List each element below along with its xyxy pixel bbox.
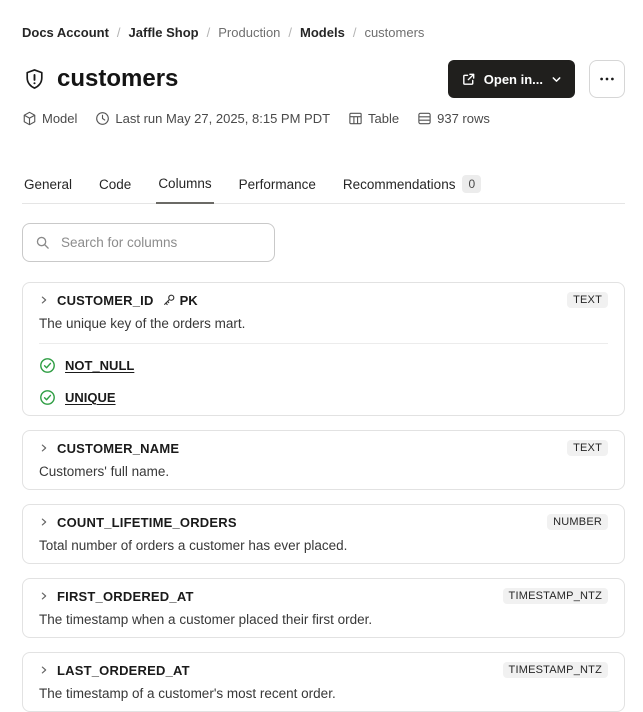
meta-row: Model Last run May 27, 2025, 8:15 PM PDT…: [22, 111, 625, 126]
tab-columns[interactable]: Columns: [156, 175, 214, 204]
column-card: CUSTOMER_NAME TEXT Customers' full name.: [22, 430, 625, 490]
column-card-header[interactable]: CUSTOMER_NAME TEXT: [39, 439, 608, 457]
breadcrumb-separator: /: [116, 25, 121, 40]
search-input[interactable]: [59, 234, 262, 251]
breadcrumb-item-3[interactable]: Models: [300, 25, 345, 40]
columns-list: CUSTOMER_ID PK TEXT The unique key of th…: [22, 282, 625, 712]
column-name: CUSTOMER_ID: [57, 292, 154, 308]
column-card-header[interactable]: COUNT_LIFETIME_ORDERS NUMBER: [39, 513, 608, 531]
column-description: Total number of orders a customer has ev…: [39, 538, 348, 553]
breadcrumb-item-2[interactable]: Production: [218, 25, 280, 40]
open-in-label: Open in...: [483, 71, 543, 87]
chevron-down-icon: [551, 74, 562, 85]
table-icon: [348, 111, 363, 126]
column-type-badge: NUMBER: [547, 514, 608, 530]
tab-performance[interactable]: Performance: [237, 175, 318, 203]
tab-general[interactable]: General: [22, 175, 74, 203]
column-type-badge: TIMESTAMP_NTZ: [502, 588, 608, 604]
pk-label: PK: [179, 292, 198, 308]
column-card: FIRST_ORDERED_AT TIMESTAMP_NTZ The times…: [22, 578, 625, 638]
breadcrumb-item-0[interactable]: Docs Account: [22, 25, 109, 40]
column-name: COUNT_LIFETIME_ORDERS: [57, 514, 237, 530]
meta-item: 937 rows: [417, 111, 490, 126]
meta-label: Table: [368, 111, 400, 126]
column-type-badge: TEXT: [567, 440, 608, 456]
constraints-section: NOT_NULL UNIQUE: [39, 343, 608, 406]
meta-item: Table: [348, 111, 399, 126]
shield-alert-icon: [22, 67, 47, 92]
breadcrumb-item-1[interactable]: Jaffle Shop: [129, 25, 199, 40]
column-description: Customers' full name.: [39, 464, 170, 479]
meta-label: Last run May 27, 2025, 8:15 PM PDT: [115, 111, 331, 126]
column-type-badge: TEXT: [567, 292, 608, 308]
page-header: customers Open in...: [22, 60, 625, 98]
chevron-right-icon[interactable]: [39, 517, 49, 527]
chevron-right-icon[interactable]: [39, 295, 49, 305]
breadcrumb: Docs Account / Jaffle Shop / Production / Mode…: [22, 25, 625, 40]
meta-item: Last run May 27, 2025, 8:15 PM PDT: [95, 111, 330, 126]
external-link-icon: [461, 72, 476, 87]
tab-recommendations[interactable]: Recommendations 0: [341, 175, 483, 203]
column-card: LAST_ORDERED_AT TIMESTAMP_NTZ The timest…: [22, 652, 625, 712]
key-icon: [162, 293, 176, 307]
chevron-right-icon[interactable]: [39, 591, 49, 601]
column-name: FIRST_ORDERED_AT: [57, 588, 194, 604]
constraint-item: UNIQUE: [39, 389, 608, 406]
title-wrap: customers: [22, 65, 178, 93]
check-circle-icon: [39, 389, 56, 406]
meta-item: Model: [22, 111, 77, 126]
constraint-label[interactable]: UNIQUE: [65, 390, 116, 405]
open-in-button[interactable]: Open in...: [447, 60, 575, 98]
column-card-header[interactable]: CUSTOMER_ID PK TEXT: [39, 291, 608, 309]
column-name: LAST_ORDERED_AT: [57, 662, 190, 678]
column-card-header[interactable]: LAST_ORDERED_AT TIMESTAMP_NTZ: [39, 661, 608, 679]
rows-icon: [417, 111, 432, 126]
page-title: customers: [57, 65, 179, 92]
column-description: The unique key of the orders mart.: [39, 316, 246, 331]
ellipsis-icon: [598, 70, 616, 88]
column-name: CUSTOMER_NAME: [57, 440, 180, 456]
column-card-header[interactable]: FIRST_ORDERED_AT TIMESTAMP_NTZ: [39, 587, 608, 605]
chevron-right-icon[interactable]: [39, 665, 49, 675]
breadcrumb-separator: /: [288, 25, 293, 40]
column-card: COUNT_LIFETIME_ORDERS NUMBER Total numbe…: [22, 504, 625, 564]
meta-label: 937 rows: [437, 111, 490, 126]
cube-icon: [22, 111, 37, 126]
more-options-button[interactable]: [589, 60, 625, 98]
primary-key-indicator: PK: [162, 293, 198, 308]
tab-bar: General Code Columns Performance Recomme…: [22, 175, 625, 204]
header-actions: Open in...: [447, 60, 625, 98]
check-circle-icon: [39, 357, 56, 374]
column-card: CUSTOMER_ID PK TEXT The unique key of th…: [22, 282, 625, 416]
meta-label: Model: [42, 111, 78, 126]
column-description: The timestamp of a customer's most recen…: [39, 686, 336, 701]
breadcrumb-separator: /: [206, 25, 211, 40]
clock-icon: [95, 111, 110, 126]
column-description: The timestamp when a customer placed the…: [39, 612, 373, 627]
search-box[interactable]: [22, 223, 275, 262]
tab-count-badge: 0: [462, 175, 482, 193]
column-type-badge: TIMESTAMP_NTZ: [502, 662, 608, 678]
model-page: Docs Account / Jaffle Shop / Production / Mode…: [0, 25, 643, 712]
search-icon: [35, 235, 50, 250]
tab-code[interactable]: Code: [97, 175, 133, 203]
breadcrumb-item-4[interactable]: customers: [364, 25, 424, 40]
chevron-right-icon[interactable]: [39, 443, 49, 453]
constraint-item: NOT_NULL: [39, 357, 608, 374]
constraint-label[interactable]: NOT_NULL: [65, 358, 134, 373]
breadcrumb-separator: /: [352, 25, 357, 40]
